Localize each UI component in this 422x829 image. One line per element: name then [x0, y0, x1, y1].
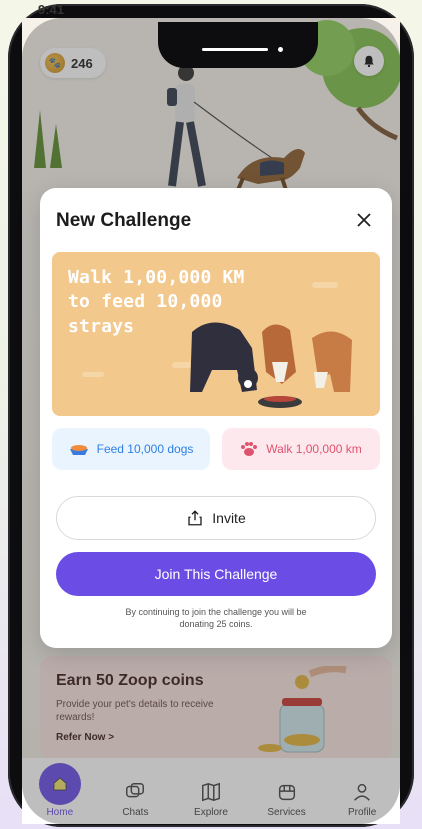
modal-title: New Challenge	[56, 210, 192, 231]
walk-km-chip: Walk 1,00,000 km	[222, 428, 380, 470]
join-challenge-button[interactable]: Join This Challenge	[56, 552, 376, 596]
bowl-icon	[69, 445, 88, 455]
banner-text: Walk 1,00,000 KM to feed 10,000 strays	[68, 267, 245, 337]
walk-km-label: Walk 1,00,000 km	[266, 442, 362, 456]
close-icon	[357, 213, 371, 227]
share-icon	[188, 510, 202, 526]
feed-dogs-chip: Feed 10,000 dogs	[52, 428, 210, 470]
paw-icon	[241, 442, 258, 456]
close-button[interactable]	[352, 208, 376, 232]
invite-label: Invite	[212, 510, 246, 526]
challenge-modal: New Challenge Walk 1,00,000 KM to feed 1…	[40, 188, 392, 648]
challenge-banner: Walk 1,00,000 KM to feed 10,000 strays	[52, 252, 380, 416]
feed-dogs-label: Feed 10,000 dogs	[96, 442, 194, 456]
donation-disclaimer: By continuing to join the challenge you …	[125, 607, 307, 630]
status-time: 9:41	[38, 2, 65, 17]
invite-button[interactable]: Invite	[56, 496, 376, 540]
notch	[158, 22, 318, 68]
